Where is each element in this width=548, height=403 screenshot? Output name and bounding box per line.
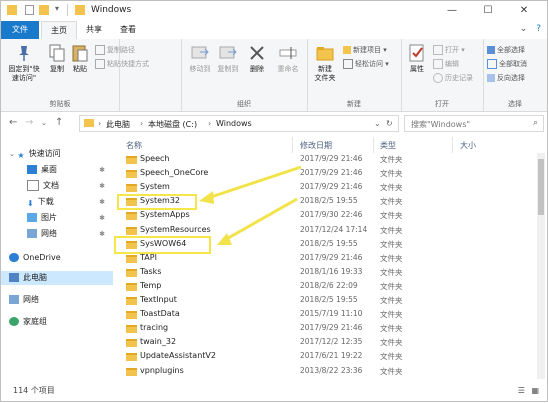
arrow-to-system32	[204, 165, 302, 201]
item-count: 114 个项目	[13, 386, 55, 395]
vertical-scrollbar[interactable]	[537, 153, 545, 379]
annotation-arrows	[199, 165, 302, 245]
large-icons-view-icon[interactable]: ▦	[531, 386, 539, 395]
arrowhead-system32	[199, 191, 214, 204]
arrowhead-syswow64	[217, 233, 232, 245]
details-view-icon[interactable]: ☰	[518, 386, 525, 395]
status-bar: 114 个项目 ☰ ▦	[1, 381, 547, 401]
view-buttons: ☰ ▦	[518, 386, 539, 395]
scrollbar-thumb[interactable]	[538, 159, 544, 215]
explorer-window: ▾ Windows — ☐ ✕ 文件 主页 共享 查看 ⌄ ? 固定到"快 速访…	[0, 0, 548, 402]
arrow-to-syswow64	[222, 197, 298, 243]
